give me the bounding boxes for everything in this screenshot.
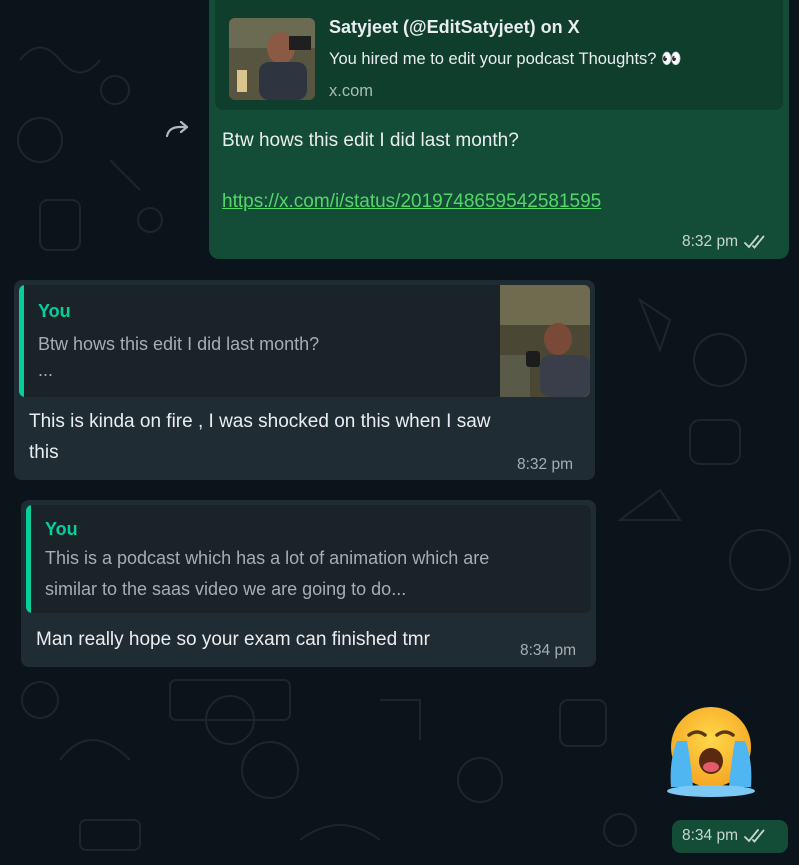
quote-accent-bar (26, 505, 31, 613)
link-preview-domain: x.com (329, 82, 374, 100)
outgoing-message-bubble[interactable]: Satyjeet (@EditSatyjeet) on X You hired … (209, 0, 789, 259)
message-time: 8:32 pm (682, 233, 739, 250)
message-time: 8:32 pm (517, 456, 574, 473)
eyes-emoji: 👀 (661, 50, 682, 68)
message-text: Man really hope so your exam can finishe… (36, 629, 430, 650)
double-check-icon (744, 829, 768, 843)
link-preview-title: Satyjeet (@EditSatyjeet) on X (329, 17, 580, 37)
quote-more: ... (38, 360, 54, 380)
quote-author: You (45, 519, 78, 539)
emoji-message-meta: 8:34 pm (672, 820, 788, 853)
link-preview-thumbnail (229, 18, 315, 100)
link-preview-card[interactable]: Satyjeet (@EditSatyjeet) on X You hired … (215, 0, 783, 110)
double-check-icon (744, 235, 768, 249)
message-time: 8:34 pm (520, 642, 577, 659)
message-link[interactable]: https://x.com/i/status/20197486595425815… (222, 191, 601, 213)
quoted-message[interactable]: You This is a podcast which has a lot of… (26, 505, 591, 613)
quote-text: Btw hows this edit I did last month? (38, 334, 320, 354)
message-text: This is kinda on fire , I was shocked on… (29, 411, 491, 463)
incoming-message-bubble[interactable]: You This is a podcast which has a lot of… (21, 500, 596, 667)
message-meta: 8:32 pm (682, 233, 768, 251)
forward-icon[interactable] (163, 116, 193, 142)
quote-author: You (38, 301, 71, 321)
incoming-message-bubble[interactable]: You Btw hows this edit I did last month?… (14, 280, 595, 480)
quote-text: This is a podcast which has a lot of ani… (45, 548, 490, 599)
link-preview-description: You hired me to edit your podcast Though… (329, 50, 682, 68)
loudly-crying-face-icon[interactable] (663, 703, 759, 799)
message-text: Btw hows this edit I did last month? (222, 130, 519, 151)
quoted-message[interactable]: You Btw hows this edit I did last month?… (19, 285, 590, 397)
quote-thumbnail (500, 285, 590, 397)
message-time: 8:34 pm (682, 827, 739, 844)
quote-accent-bar (19, 285, 24, 397)
